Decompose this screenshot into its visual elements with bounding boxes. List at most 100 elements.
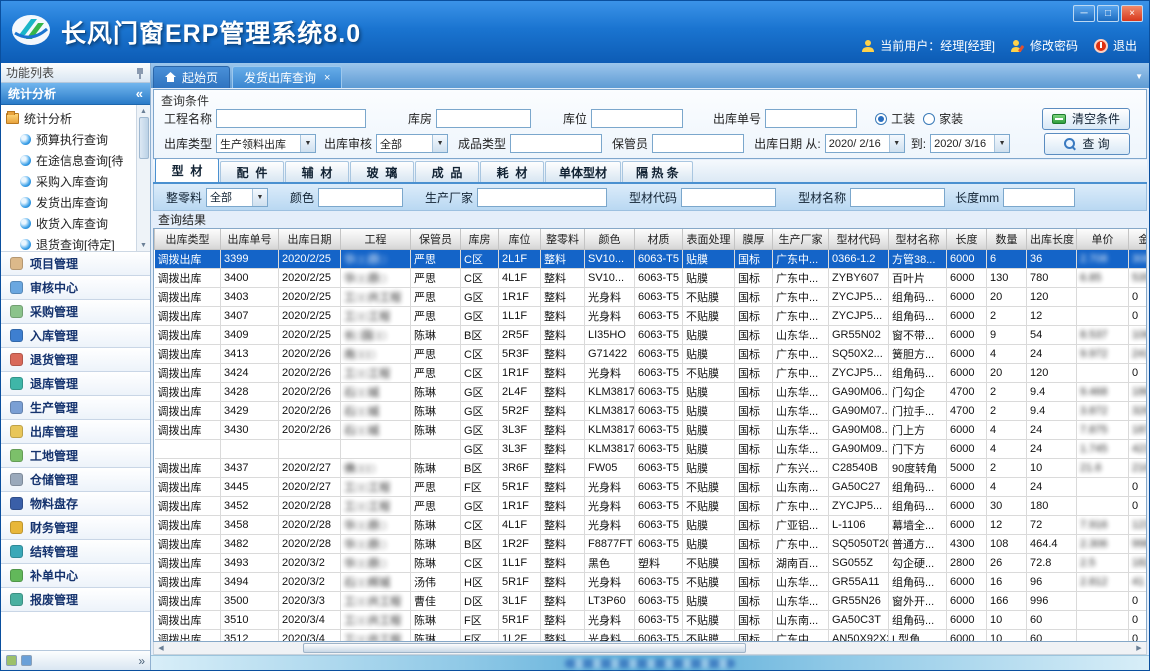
tree-item[interactable]: 退货查询[待定] [4, 234, 136, 252]
material-tab[interactable]: 玻 璃 [350, 161, 414, 182]
material-tab[interactable]: 耗 材 [480, 161, 544, 182]
table-row[interactable]: 调拨出库34942020/3/2石□□辉城汤伟H区5R1F整料光身料6063-T… [155, 572, 1148, 591]
sidebar-menu-item[interactable]: 财务管理 [1, 516, 150, 540]
clear-conditions-button[interactable]: 清空条件 [1042, 108, 1130, 130]
footer-computer-icon[interactable] [21, 655, 32, 666]
column-header[interactable]: 数量 [987, 229, 1027, 249]
tree-item[interactable]: 发货出库查询 [4, 192, 136, 213]
table-row[interactable]: 调拨出库35122020/3/4工□□共工程陈琳F区1L2F整料光身料6063-… [155, 629, 1148, 642]
column-header[interactable]: 金... [1129, 229, 1148, 249]
slot-input[interactable] [591, 109, 683, 128]
table-row[interactable]: 调拨出库34242020/2/26工□□工程严思C区1R1F整料光身料6063-… [155, 363, 1148, 382]
scrollbar-thumb[interactable] [139, 117, 149, 159]
close-button[interactable]: × [1121, 5, 1143, 22]
sidebar-menu-item[interactable]: 结转管理 [1, 540, 150, 564]
column-header[interactable]: 生产厂家 [773, 229, 829, 249]
column-header[interactable]: 整零料 [541, 229, 585, 249]
column-header[interactable]: 颜色 [585, 229, 635, 249]
sidebar-menu-item[interactable]: 物料盘存 [1, 492, 150, 516]
home-type-radio[interactable]: 家装 [923, 110, 963, 127]
table-row[interactable]: 调拨出库34582020/2/28华□□原□陈琳C区4L1F整料光身料6063-… [155, 515, 1148, 534]
outbound-type-select[interactable]: 生产领料出库 ▼ [216, 134, 316, 153]
column-header[interactable]: 型材代码 [829, 229, 889, 249]
maximize-button[interactable]: □ [1097, 5, 1119, 22]
minimize-button[interactable]: ─ [1073, 5, 1095, 22]
whole-part-select[interactable]: 全部 ▼ [206, 188, 268, 207]
sidebar-menu-item[interactable]: 补单中心 [1, 564, 150, 588]
product-type-input[interactable] [510, 134, 602, 153]
search-button[interactable]: 查 询 [1044, 133, 1130, 155]
sidebar-menu-item[interactable]: 出库管理 [1, 420, 150, 444]
warehouse-input[interactable] [436, 109, 531, 128]
change-password-button[interactable]: 修改密码 [1011, 37, 1078, 54]
table-row[interactable]: 调拨出库34302020/2/26石□□城陈琳G区3L3F整料KLM381760… [155, 420, 1148, 439]
project-name-input[interactable] [216, 109, 366, 128]
tab-shipment-outbound-query[interactable]: 发货出库查询 × [232, 66, 342, 88]
column-header[interactable]: 膜厚 [735, 229, 773, 249]
column-header[interactable]: 长度 [947, 229, 987, 249]
table-row[interactable]: 调拨出库35102020/3/4工□□共工程陈琳F区5R1F整料光身料6063-… [155, 610, 1148, 629]
collapse-icon[interactable]: « [136, 86, 143, 101]
table-row[interactable]: 调拨出库34932020/3/2华□□原□陈琳C区1L1F整料黑色塑料不贴膜国标… [155, 553, 1148, 572]
profile-name-input[interactable] [850, 188, 945, 207]
tab-close-icon[interactable]: × [324, 72, 330, 84]
sidebar-menu-item[interactable]: 退货管理 [1, 348, 150, 372]
tree-item[interactable]: 收货入库查询 [4, 213, 136, 234]
table-row[interactable]: 调拨出库35002020/3/3工□□共工程曹佳D区3L1F整料LT3P6060… [155, 591, 1148, 610]
table-row[interactable]: 调拨出库34292020/2/26石□□城陈琳G区5R2F整料KLM381760… [155, 401, 1148, 420]
table-row[interactable]: G区3L3F整料KLM38176063-T5贴膜国标山东华...GA90M09.… [155, 439, 1148, 458]
manufacturer-input[interactable] [477, 188, 607, 207]
tree-root-statistics[interactable]: 统计分析 [4, 108, 136, 129]
table-row[interactable]: 调拨出库34522020/2/28工□□工程严思G区1R1F整料光身料6063-… [155, 496, 1148, 515]
table-row[interactable]: 调拨出库34002020/2/25华□□原□严思C区4L1F整料SV10...6… [155, 268, 1148, 287]
column-header[interactable]: 保管员 [411, 229, 461, 249]
table-row[interactable]: 调拨出库33992020/2/25华□□原□严思C区2L1F整料SV10...6… [155, 249, 1148, 268]
column-header[interactable]: 库房 [461, 229, 499, 249]
column-header[interactable]: 表面处理 [683, 229, 735, 249]
logout-button[interactable]: 退出 [1094, 37, 1137, 54]
sidebar-menu-item[interactable]: 入库管理 [1, 324, 150, 348]
column-header[interactable]: 库位 [499, 229, 541, 249]
tab-list-dropdown-icon[interactable]: ▼ [1135, 72, 1143, 81]
material-tab[interactable]: 辅 材 [285, 161, 349, 182]
tree-item[interactable]: 预算执行查询 [4, 129, 136, 150]
audit-select[interactable]: 全部 ▼ [376, 134, 448, 153]
material-tab[interactable]: 单体型材 [545, 161, 621, 182]
profile-code-input[interactable] [681, 188, 776, 207]
pin-icon[interactable] [135, 67, 145, 79]
tree-scrollbar[interactable]: ▲ ▼ [136, 105, 150, 251]
horizontal-scrollbar[interactable]: ◀ ▶ [153, 642, 1147, 655]
column-header[interactable]: 出库长度 [1027, 229, 1077, 249]
expand-icon[interactable]: » [138, 654, 145, 668]
sidebar-menu-item[interactable]: 审核中心 [1, 276, 150, 300]
column-header[interactable]: 材质 [635, 229, 683, 249]
sidebar-menu-item[interactable]: 退库管理 [1, 372, 150, 396]
table-row[interactable]: 调拨出库34132020/2/26南□□□严思C区5R3F整料G71422606… [155, 344, 1148, 363]
sidebar-menu-item[interactable]: 采购管理 [1, 300, 150, 324]
length-input[interactable] [1003, 188, 1075, 207]
scroll-down-icon[interactable]: ▼ [140, 239, 147, 251]
keeper-input[interactable] [652, 134, 744, 153]
table-row[interactable]: 调拨出库34072020/2/25工□□工程严思G区1L1F整料光身料6063-… [155, 306, 1148, 325]
material-tab[interactable]: 隔 热 条 [622, 161, 693, 182]
footer-tool-icon[interactable] [6, 655, 17, 666]
section-header-statistics[interactable]: 统计分析 « [1, 83, 150, 105]
material-tab[interactable]: 成 品 [415, 161, 479, 182]
table-row[interactable]: 调拨出库34282020/2/26石□□城陈琳G区2L4F整料KLM381760… [155, 382, 1148, 401]
color-input[interactable] [318, 188, 403, 207]
scroll-up-icon[interactable]: ▲ [140, 105, 147, 117]
tree-item[interactable]: 在途信息查询[待 [4, 150, 136, 171]
tab-start-page[interactable]: 起始页 [153, 66, 230, 88]
table-row[interactable]: 调拨出库34822020/2/28华□□原□陈琳B区1R2F整料F8877FT6… [155, 534, 1148, 553]
column-header[interactable]: 单价 [1077, 229, 1129, 249]
column-header[interactable]: 出库日期 [279, 229, 341, 249]
sidebar-menu-item[interactable]: 生产管理 [1, 396, 150, 420]
sidebar-menu-item[interactable]: 仓储管理 [1, 468, 150, 492]
column-header[interactable]: 出库单号 [221, 229, 279, 249]
order-no-input[interactable] [765, 109, 857, 128]
table-row[interactable]: 调拨出库34032020/2/25工□□共工程严思G区1R1F整料光身料6063… [155, 287, 1148, 306]
scroll-right-icon[interactable]: ▶ [1132, 644, 1146, 652]
scroll-left-icon[interactable]: ◀ [154, 644, 168, 652]
table-row[interactable]: 调拨出库34372020/2/27佛□□□陈琳B区3R6F整料FW056063-… [155, 458, 1148, 477]
column-header[interactable]: 型材名称 [889, 229, 947, 249]
